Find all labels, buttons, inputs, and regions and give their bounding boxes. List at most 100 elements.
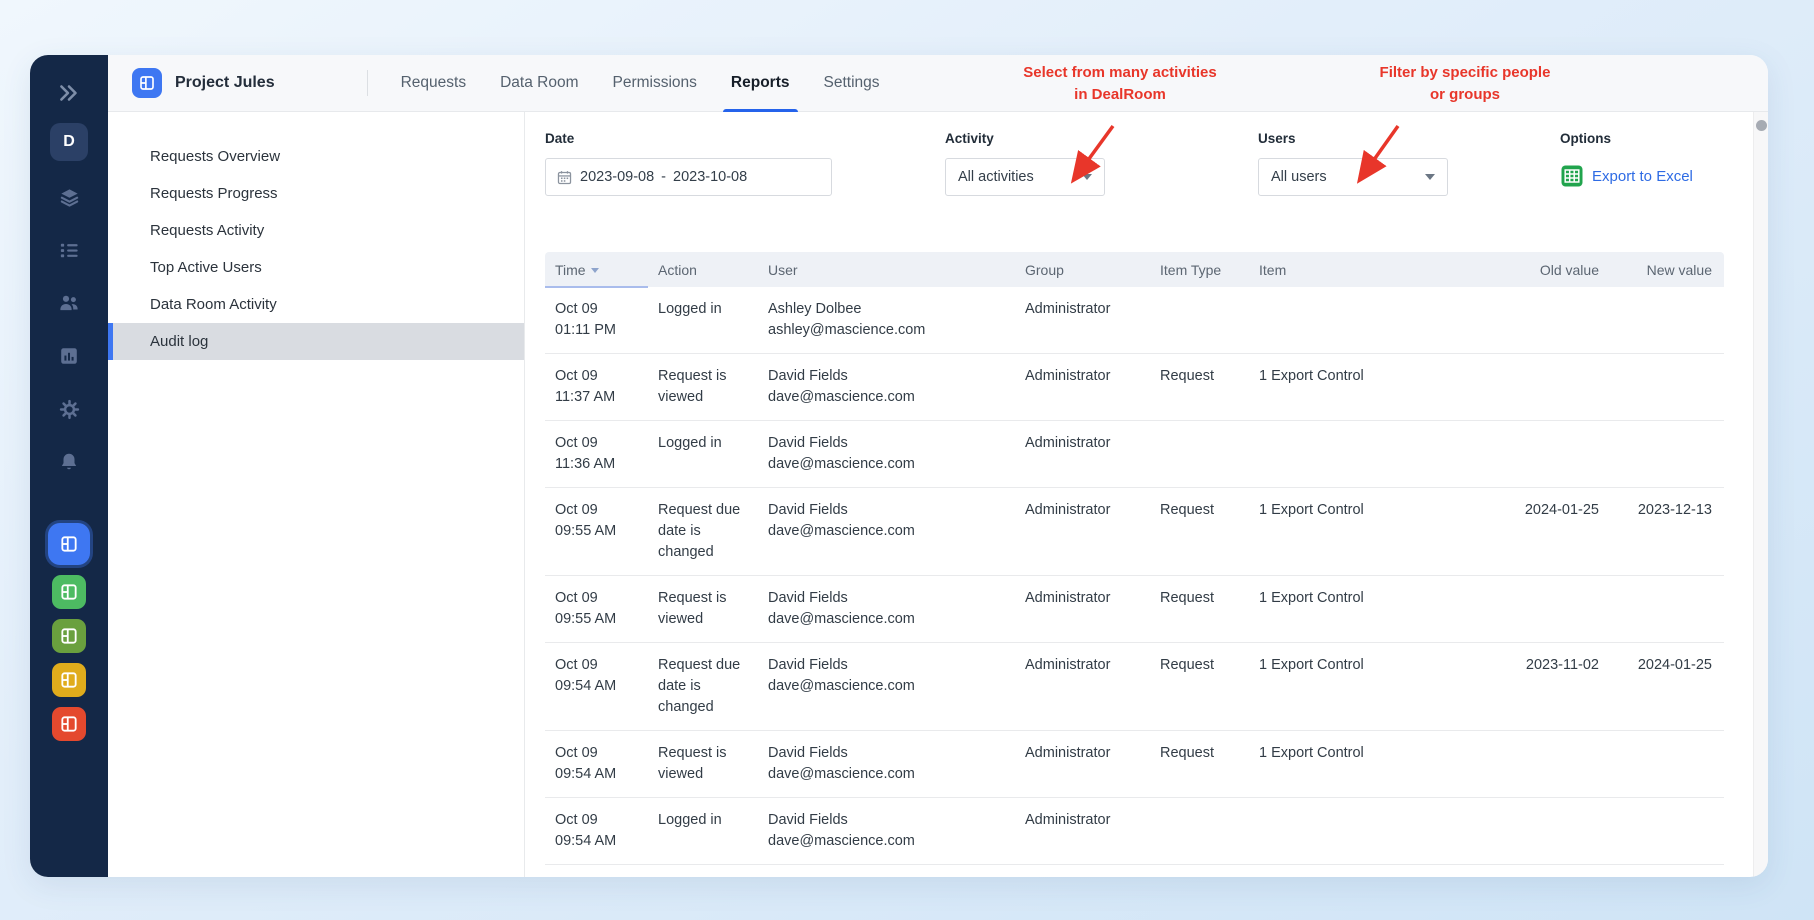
column-header-action[interactable]: Action: [648, 262, 758, 278]
cell-user: David Fieldsdave@mascience.com: [768, 502, 915, 539]
column-header-new-value[interactable]: New value: [1611, 262, 1724, 278]
cell-group: Administrator: [1025, 590, 1111, 606]
project-logo[interactable]: Project Jules: [132, 68, 275, 98]
column-header-old-value[interactable]: Old value: [1511, 262, 1611, 278]
chevron-down-icon: [1082, 174, 1092, 180]
user-avatar[interactable]: D: [50, 123, 88, 161]
scrollbar-thumb[interactable]: [1756, 120, 1767, 131]
list-nav-button[interactable]: [49, 230, 89, 270]
cell-item: [1249, 287, 1511, 311]
time-sort-underline: [545, 286, 648, 288]
users-nav-button[interactable]: [49, 283, 89, 323]
cell-action: Request due date is changed: [658, 657, 741, 715]
column-header-item-type[interactable]: Item Type: [1150, 262, 1249, 278]
cell-new-value: [1611, 287, 1724, 311]
export-to-excel-button[interactable]: Export to Excel: [1560, 164, 1693, 188]
cell-time: Oct 09 09:54 AM: [555, 745, 617, 782]
column-header-time[interactable]: Time: [545, 262, 648, 278]
cell-group: Administrator: [1025, 368, 1111, 384]
tab-requests[interactable]: Requests: [384, 55, 483, 112]
users-annotation: Filter by specific people or groups: [1379, 64, 1551, 103]
column-header-group[interactable]: Group: [1015, 262, 1150, 278]
date-range-input[interactable]: 2023-09-08 - 2023-10-08: [545, 158, 832, 196]
table-header-row: Time Action User Group Item Type Item Old valu…: [545, 252, 1724, 288]
reports-menu: Requests Overview Requests Progress Reques…: [108, 112, 525, 877]
cell-old-value: [1511, 865, 1611, 877]
workspace-olive[interactable]: [52, 619, 86, 653]
reports-nav-button[interactable]: [49, 336, 89, 376]
audit-log-row: Oct 09 09:54 AM Logged in David Fields dave@…: [545, 798, 1724, 865]
workspace-green[interactable]: [52, 575, 86, 609]
activity-dropdown-value: All activities: [958, 169, 1034, 185]
cell-item-type: Request: [1160, 590, 1215, 606]
nav-divider: [366, 70, 368, 96]
cell-new-value: [1611, 798, 1724, 822]
workspace-amber[interactable]: [52, 663, 86, 697]
expand-sidebar-button[interactable]: [49, 73, 89, 113]
date-range-start: 2023-09-08: [580, 169, 655, 185]
activity-annotation: Select from many activities in DealRoom: [1023, 64, 1217, 103]
menu-item-top-active-users[interactable]: Top Active Users: [108, 249, 524, 286]
vertical-scrollbar[interactable]: [1753, 112, 1768, 877]
cell-item: [1249, 798, 1511, 822]
workspace-blue[interactable]: [48, 523, 90, 565]
cell-group: Administrator: [1015, 865, 1150, 877]
workspace-red[interactable]: [52, 707, 86, 741]
layers-nav-button[interactable]: [49, 177, 89, 217]
cell-time: Oct 09 01:11 PM: [555, 301, 616, 338]
cell-item: 1 Export Control: [1259, 590, 1364, 606]
double-chevron-right-icon: [60, 85, 77, 101]
cell-new-value: [1611, 865, 1724, 877]
project-title: Project Jules: [175, 74, 275, 91]
audit-log-row: Oct 09 09:55 AM Request is viewed David Fie…: [545, 576, 1724, 643]
cell-time: Oct 09 11:36 AM: [555, 435, 616, 472]
date-filter-label: Date: [545, 131, 575, 146]
cell-action: Request is viewed: [658, 590, 727, 627]
audit-log-row: Oct 09 09:54 AM Request is viewed David Fie…: [545, 731, 1724, 798]
date-range-end: 2023-10-08: [673, 169, 748, 185]
cell-group: Administrator: [1025, 657, 1111, 673]
cell-new-value: [1611, 576, 1724, 600]
cell-new-value: 2024-01-25: [1637, 657, 1712, 673]
cell-group: Administrator: [1025, 812, 1111, 828]
cell-user: David Fieldsdave@mascience.com: [768, 590, 915, 627]
tab-data-room[interactable]: Data Room: [483, 55, 595, 112]
cell-old-value: [1511, 354, 1611, 378]
notifications-nav-button[interactable]: [49, 442, 89, 482]
cell-time: Oct 0908:41 AM: [545, 865, 648, 877]
users-filter-label: Users: [1258, 131, 1296, 146]
menu-item-data-room-activity[interactable]: Data Room Activity: [108, 286, 524, 323]
users-dropdown-value: All users: [1271, 169, 1327, 185]
cell-time: Oct 09 09:54 AM: [555, 657, 617, 694]
column-header-item[interactable]: Item: [1249, 262, 1511, 278]
audit-log-panel: Date 2023-09-08 - 2023-10-08 Activity Al…: [525, 112, 1768, 877]
cell-item-type: [1150, 421, 1249, 445]
menu-item-audit-log[interactable]: Audit log: [108, 323, 524, 360]
cell-group: Administrator: [1025, 301, 1111, 317]
cell-action: Request is viewed: [658, 745, 727, 782]
cell-action: Request is viewed: [658, 368, 727, 405]
column-header-user[interactable]: User: [758, 262, 1015, 278]
menu-item-requests-overview[interactable]: Requests Overview: [108, 138, 524, 175]
tab-settings[interactable]: Settings: [807, 55, 897, 112]
cell-action: Logged in: [658, 435, 722, 451]
chevron-down-icon: [1425, 174, 1435, 180]
cell-item: [1249, 421, 1511, 445]
tab-permissions[interactable]: Permissions: [596, 55, 714, 112]
users-dropdown[interactable]: All users: [1258, 158, 1448, 196]
cell-user: David Fieldsdave@mascience.com: [768, 745, 915, 782]
menu-item-requests-progress[interactable]: Requests Progress: [108, 175, 524, 212]
excel-icon: [1561, 165, 1583, 187]
cell-old-value: 2024-01-25: [1524, 502, 1599, 518]
audit-log-row: Oct 09 01:11 PM Logged in Ashley Dolbee ashl…: [545, 287, 1724, 354]
cell-time: Oct 09 09:54 AM: [555, 812, 617, 849]
menu-item-requests-activity[interactable]: Requests Activity: [108, 212, 524, 249]
cell-user: David Fieldsdave@mascience.com: [768, 657, 915, 694]
cell-old-value: [1511, 798, 1611, 822]
cell-user: David Fieldsdave@mascience.com: [768, 812, 915, 849]
left-rail: D: [30, 55, 108, 877]
tab-reports[interactable]: Reports: [714, 55, 807, 112]
activity-dropdown[interactable]: All activities: [945, 158, 1105, 196]
cell-item-type: Request: [1160, 745, 1215, 761]
settings-nav-button[interactable]: [49, 389, 89, 429]
